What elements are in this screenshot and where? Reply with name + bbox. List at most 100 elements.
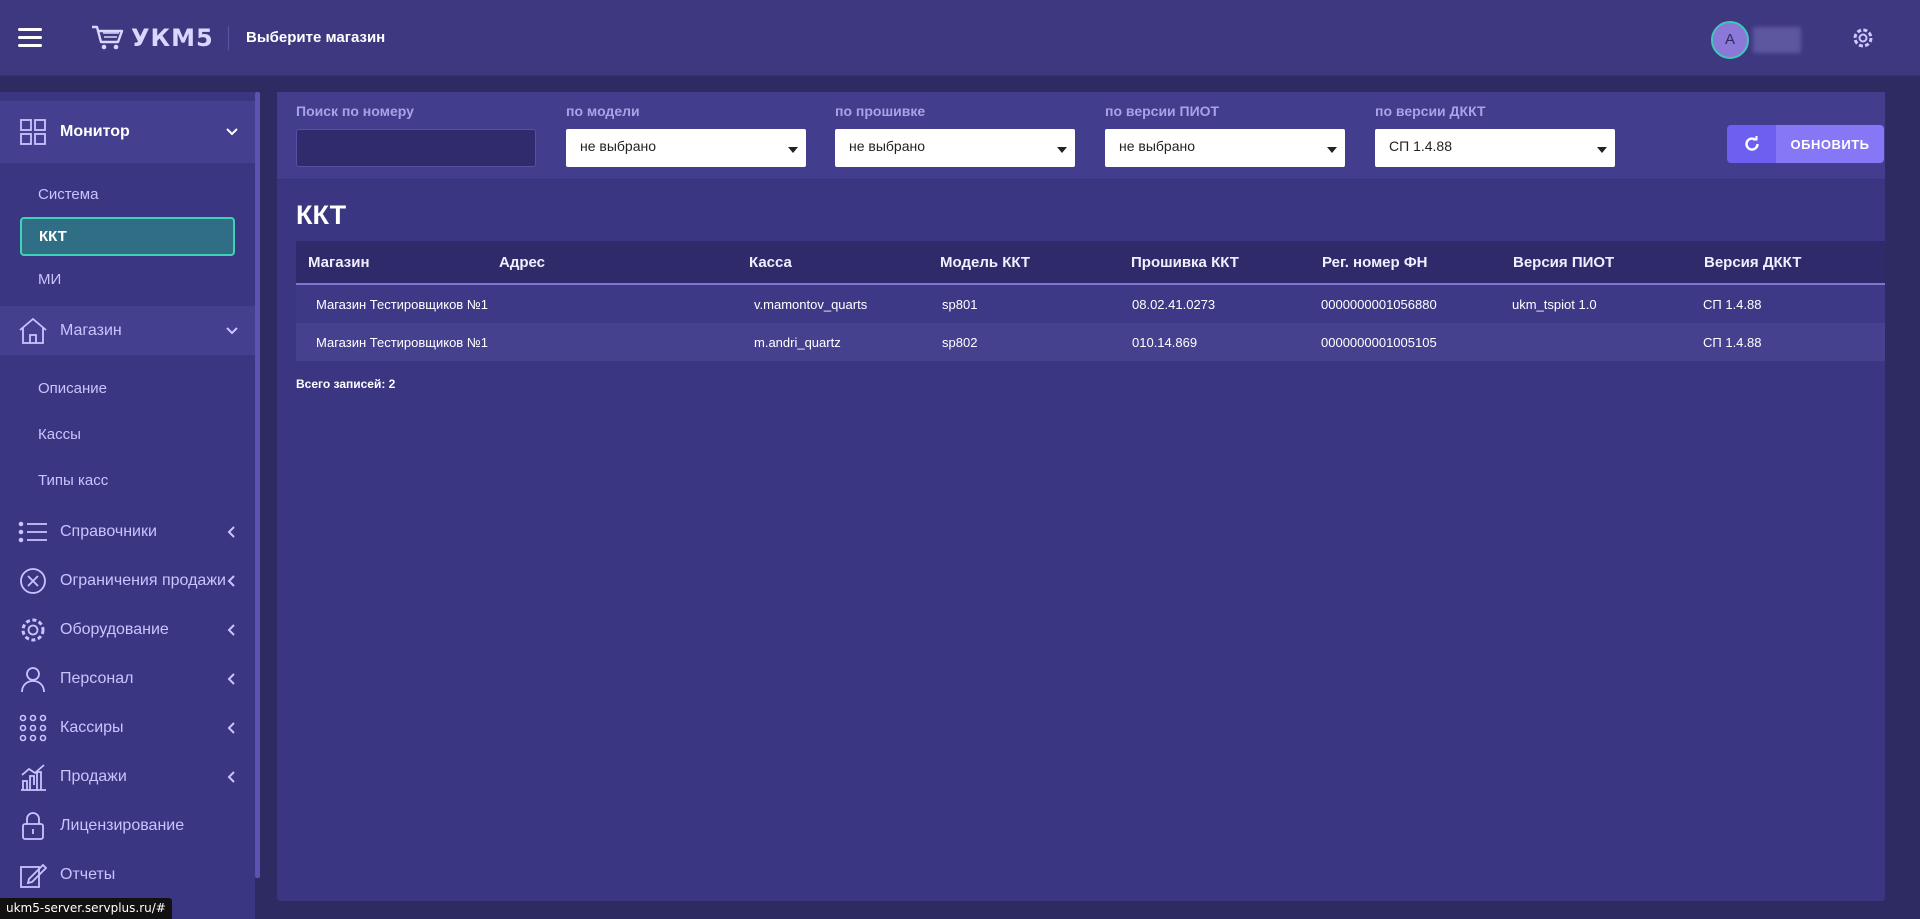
circle-x-icon: [18, 566, 48, 596]
sidebar-group-store[interactable]: Магазин: [0, 306, 255, 355]
lock-icon: [18, 811, 48, 841]
cell-register: m.andri_quartz: [754, 334, 841, 350]
sidebar-group-label: Продажи: [60, 767, 127, 785]
sidebar-group-equipment[interactable]: Оборудование: [0, 605, 255, 654]
select-value: СП 1.4.88: [1389, 138, 1452, 154]
sidebar-item-register-types[interactable]: Типы касс: [0, 457, 255, 503]
sidebar-group-sale-restrictions[interactable]: Ограничения продажи: [0, 556, 255, 605]
filter-search: Поиск по номеру: [296, 103, 536, 167]
sidebar-item-description[interactable]: Описание: [0, 365, 255, 411]
grid-icon: [18, 117, 48, 147]
column-header[interactable]: Адрес: [487, 254, 737, 271]
cell-fn-number: 0000000001056880: [1321, 296, 1437, 312]
sidebar-group-monitor[interactable]: Монитор: [0, 101, 255, 163]
filter-model: по модели не выбрано: [566, 103, 806, 167]
sidebar: Монитор Система ККТ МИ Магазин Описание …: [0, 92, 255, 919]
sidebar-group-cashiers[interactable]: Кассиры: [0, 703, 255, 752]
dots-grid-icon: [18, 713, 48, 743]
column-header[interactable]: Рег. номер ФН: [1310, 254, 1501, 271]
sidebar-item-kkt[interactable]: ККТ: [20, 217, 235, 256]
cell-piot-version: ukm_tspiot 1.0: [1512, 296, 1597, 312]
menu-burger-icon[interactable]: [18, 28, 42, 48]
firmware-select[interactable]: не выбрано: [835, 129, 1075, 167]
model-select[interactable]: не выбрано: [566, 129, 806, 167]
filters-bar: Поиск по номеру по модели не выбрано по …: [277, 92, 1885, 180]
table-row[interactable]: Магазин Тестировщиков №1 v.mamontov_quar…: [296, 285, 1885, 323]
person-icon: [18, 664, 48, 694]
cell-store: Магазин Тестировщиков №1: [316, 334, 488, 350]
refresh-label: ОБНОВИТЬ: [1776, 125, 1884, 163]
column-header[interactable]: Прошивка ККТ: [1119, 254, 1310, 271]
sidebar-group-label: Справочники: [60, 522, 157, 540]
gear-icon: [18, 615, 48, 645]
sidebar-item-registers[interactable]: Кассы: [0, 411, 255, 457]
chart-icon: [18, 762, 48, 792]
sidebar-group-sales[interactable]: Продажи: [0, 752, 255, 801]
refresh-icon: [1727, 125, 1776, 163]
home-icon: [18, 316, 48, 346]
logo[interactable]: УКМ5: [91, 22, 214, 54]
report-icon: [18, 860, 48, 890]
top-header: УКМ5 Выберите магазин А: [0, 0, 1920, 76]
column-header[interactable]: Версия ДККТ: [1692, 254, 1885, 271]
cell-firmware: 010.14.869: [1132, 334, 1198, 350]
select-value: не выбрано: [580, 138, 657, 154]
column-header[interactable]: Модель ККТ: [928, 254, 1119, 271]
column-header[interactable]: Касса: [737, 254, 928, 271]
sidebar-group-label: Монитор: [60, 123, 130, 140]
user-name-blurred: [1753, 27, 1801, 53]
sidebar-scrollbar[interactable]: [255, 92, 260, 878]
sidebar-item-system[interactable]: Система: [0, 171, 255, 217]
cell-fn-number: 0000000001005105: [1321, 334, 1437, 350]
store-selector[interactable]: Выберите магазин: [228, 26, 385, 50]
search-number-input[interactable]: [296, 129, 536, 167]
cell-model: sp802: [942, 334, 978, 350]
chevron-left-icon: [227, 770, 235, 783]
chevron-left-icon: [227, 623, 235, 636]
cell-dkkt-version: СП 1.4.88: [1703, 334, 1762, 350]
caret-down-icon: [1327, 147, 1337, 153]
cell-dkkt-version: СП 1.4.88: [1703, 296, 1762, 312]
cell-register: v.mamontov_quarts: [754, 296, 868, 312]
status-bar-url: ukm5-server.servplus.ru/#: [0, 898, 172, 919]
filter-firmware: по прошивке не выбрано: [835, 103, 1075, 167]
chevron-left-icon: [227, 525, 235, 538]
cell-store: Магазин Тестировщиков №1: [316, 296, 488, 312]
chevron-down-icon: [226, 128, 238, 136]
avatar[interactable]: А: [1711, 21, 1749, 59]
chevron-left-icon: [227, 672, 235, 685]
table-header: Магазин Адрес Касса Модель ККТ Прошивка …: [296, 241, 1885, 285]
logo-text: УКМ5: [131, 24, 214, 52]
filter-label: по прошивке: [835, 103, 926, 119]
filter-piot: по версии ПИОТ не выбрано: [1105, 103, 1345, 167]
sidebar-group-label: Оборудование: [60, 620, 169, 638]
page-title: ККТ: [296, 200, 347, 230]
sidebar-group-staff[interactable]: Персонал: [0, 654, 255, 703]
sidebar-group-label: Отчеты: [60, 865, 116, 883]
sidebar-group-label: Ограничения продажи: [60, 571, 226, 589]
piot-select[interactable]: не выбрано: [1105, 129, 1345, 167]
settings-gear-icon[interactable]: [1849, 24, 1877, 52]
sidebar-item-mi[interactable]: МИ: [0, 256, 255, 302]
caret-down-icon: [788, 147, 798, 153]
filter-label: по версии ПИОТ: [1105, 103, 1220, 119]
sidebar-group-label: Персонал: [60, 669, 134, 687]
caret-down-icon: [1057, 147, 1067, 153]
sidebar-group-directories[interactable]: Справочники: [0, 507, 255, 556]
sidebar-group-reports[interactable]: Отчеты: [0, 850, 255, 899]
table-row[interactable]: Магазин Тестировщиков №1 m.andri_quartz …: [296, 323, 1885, 361]
sidebar-group-licensing[interactable]: Лицензирование: [0, 801, 255, 850]
chevron-left-icon: [227, 574, 235, 587]
filter-label: по модели: [566, 103, 640, 119]
main-panel: Поиск по номеру по модели не выбрано по …: [277, 92, 1885, 901]
sidebar-group-label: Кассиры: [60, 718, 124, 736]
select-value: не выбрано: [849, 138, 926, 154]
column-header[interactable]: Магазин: [296, 254, 487, 271]
sidebar-group-label: Магазин: [60, 321, 122, 339]
dkkt-select[interactable]: СП 1.4.88: [1375, 129, 1615, 167]
filter-dkkt: по версии ДККТ СП 1.4.88: [1375, 103, 1615, 167]
column-header[interactable]: Версия ПИОТ: [1501, 254, 1692, 271]
filter-label: Поиск по номеру: [296, 103, 414, 119]
filter-label: по версии ДККТ: [1375, 103, 1486, 119]
refresh-button[interactable]: ОБНОВИТЬ: [1727, 125, 1884, 163]
